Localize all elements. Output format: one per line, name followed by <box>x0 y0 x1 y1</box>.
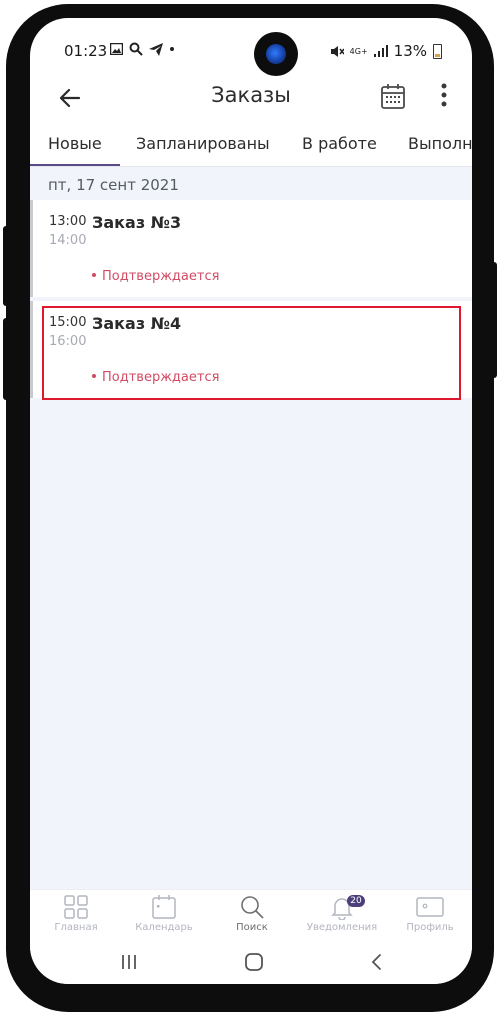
tab-completed[interactable]: Выполнено <box>408 134 472 153</box>
side-button-left-2 <box>3 318 11 400</box>
home-button[interactable] <box>241 950 267 974</box>
tab-new[interactable]: Новые <box>48 134 102 153</box>
nav-search[interactable]: Поиск <box>208 894 296 933</box>
tab-in-progress[interactable]: В работе <box>302 134 377 153</box>
date-group-header: пт, 17 сент 2021 <box>48 176 179 194</box>
telegram-icon <box>149 42 163 56</box>
recent-apps-button[interactable] <box>116 950 142 974</box>
screen: 01:23 4G+ 13% Заказы Новые Запланированы… <box>30 18 472 984</box>
home-icon <box>245 953 263 971</box>
order-title: Заказ №3 <box>92 213 182 232</box>
search-status-icon <box>129 42 143 56</box>
search-icon <box>241 896 264 919</box>
notification-badge: 20 <box>347 895 365 907</box>
app-header: Заказы <box>30 70 472 120</box>
system-navigation-bar <box>30 940 472 984</box>
more-vertical-icon <box>441 83 447 107</box>
side-button-left-1 <box>3 226 11 306</box>
status-icons-right: 4G+ 13% <box>330 42 442 60</box>
status-tabs: Новые Запланированы В работе Выполнено <box>30 124 472 167</box>
card-accent <box>30 200 33 297</box>
recent-apps-icon <box>122 955 136 969</box>
mute-icon <box>330 45 344 57</box>
nav-label: Календарь <box>135 922 193 933</box>
side-button-right <box>489 262 497 378</box>
nav-home[interactable]: Главная <box>32 894 120 933</box>
nav-label: Профиль <box>406 922 454 933</box>
card-accent <box>30 301 33 398</box>
order-status-label: Подтверждается <box>102 269 220 284</box>
orders-list[interactable]: пт, 17 сент 2021 13:00 14:00 Заказ №3 По… <box>30 167 472 889</box>
status-bar: 01:23 4G+ 13% <box>30 18 472 68</box>
dot-icon <box>170 47 174 51</box>
nav-notifications[interactable]: 20 Уведомления <box>298 894 386 933</box>
calendar-icon <box>381 84 405 109</box>
status-dot-icon <box>92 272 96 277</box>
nav-profile[interactable]: Профиль <box>386 894 472 933</box>
more-options-button[interactable] <box>434 80 454 110</box>
network-type: 4G+ <box>349 46 368 56</box>
grid-icon <box>64 895 88 919</box>
system-back-button[interactable] <box>364 950 390 974</box>
chevron-left-icon <box>371 954 381 970</box>
battery-percent: 13% <box>393 42 427 60</box>
order-card[interactable]: 13:00 14:00 Заказ №3 Подтверждается <box>30 200 472 297</box>
id-card-icon <box>416 897 444 917</box>
selection-highlight <box>42 306 461 400</box>
tab-indicator <box>30 164 120 166</box>
status-time: 01:23 <box>64 42 108 60</box>
nav-label: Уведомления <box>306 922 378 933</box>
calendar-button[interactable] <box>378 80 408 110</box>
tab-planned[interactable]: Запланированы <box>136 134 270 153</box>
gallery-icon <box>110 43 123 55</box>
calendar-icon <box>152 895 176 919</box>
nav-calendar[interactable]: Календарь <box>120 894 208 933</box>
status-icons-left <box>110 42 175 56</box>
bottom-navigation: Главная Календарь Поиск 20 Уведомления П… <box>30 889 472 940</box>
signal-icon <box>373 45 388 57</box>
order-status: Подтверждается <box>92 269 219 284</box>
order-time-start: 13:00 <box>49 214 87 229</box>
nav-label: Главная <box>54 922 98 933</box>
battery-icon <box>433 43 442 59</box>
nav-label: Поиск <box>236 922 268 933</box>
order-time-end: 14:00 <box>49 233 87 248</box>
